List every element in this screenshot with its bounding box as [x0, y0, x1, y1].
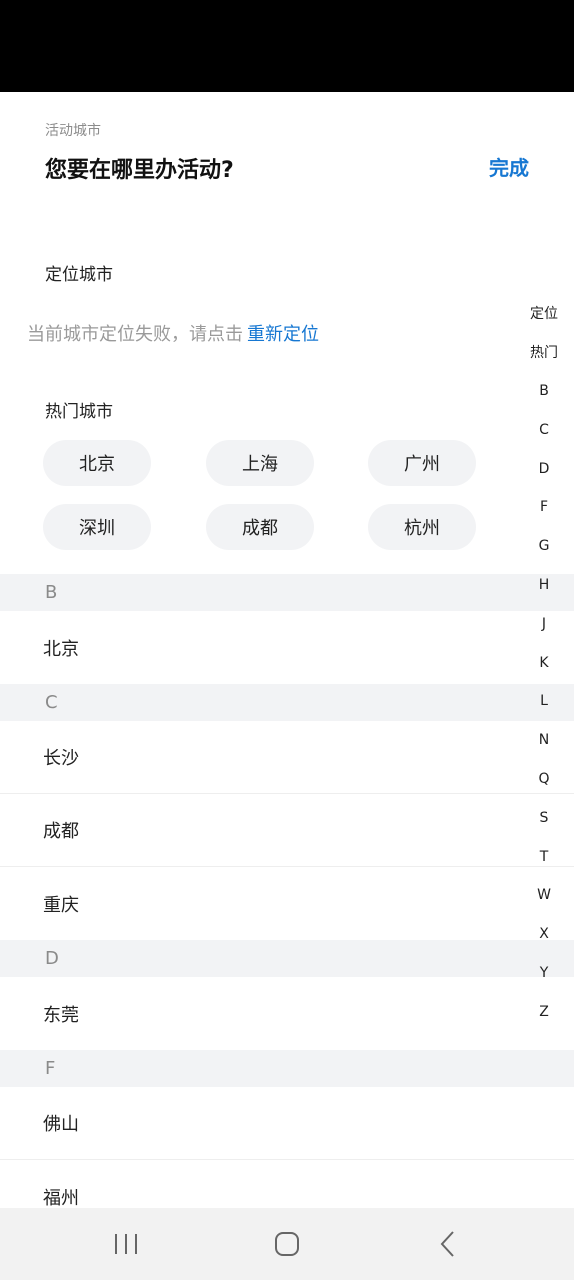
- city-list: B 北京 C 长沙 成都 重庆 D 东莞 F 佛山 福州: [0, 574, 574, 1233]
- index-item-f[interactable]: F: [514, 488, 574, 527]
- back-button[interactable]: [418, 1224, 478, 1264]
- page-title: 您要在哪里办活动?: [45, 158, 234, 183]
- home-icon: [275, 1232, 299, 1256]
- group-header: D: [0, 940, 574, 977]
- relocate-link[interactable]: 重新定位: [247, 324, 319, 345]
- city-row[interactable]: 成都: [0, 794, 574, 867]
- index-item-z[interactable]: Z: [514, 992, 574, 1031]
- index-item-t[interactable]: T: [514, 837, 574, 876]
- index-item-b[interactable]: B: [514, 372, 574, 411]
- group-header: B: [0, 574, 574, 611]
- system-nav-bar: [0, 1208, 574, 1280]
- index-item-k[interactable]: K: [514, 643, 574, 682]
- status-bar: [0, 0, 574, 92]
- recent-apps-icon: [115, 1234, 137, 1254]
- header-subtitle: 活动城市: [45, 123, 101, 139]
- alphabet-index-bar: 定位 热门 B C D F G H J K L N Q S T W X Y Z: [514, 294, 574, 1031]
- city-row[interactable]: 东莞: [0, 977, 574, 1050]
- index-item-l[interactable]: L: [514, 682, 574, 721]
- city-row[interactable]: 重庆: [0, 867, 574, 940]
- index-item-g[interactable]: G: [514, 527, 574, 566]
- location-fail-message: 当前城市定位失败，请点击: [27, 324, 243, 345]
- hot-city-grid: 北京 上海 广州 深圳 成都 杭州: [43, 440, 476, 550]
- index-item-c[interactable]: C: [514, 410, 574, 449]
- location-status: 当前城市定位失败，请点击 重新定位: [27, 320, 319, 346]
- city-row[interactable]: 北京: [0, 611, 574, 684]
- index-item-h[interactable]: H: [514, 566, 574, 605]
- index-item-x[interactable]: X: [514, 915, 574, 954]
- done-button[interactable]: 完成: [489, 152, 529, 181]
- group-header: F: [0, 1050, 574, 1087]
- hot-city-chip[interactable]: 广州: [368, 440, 476, 486]
- hot-city-chip[interactable]: 北京: [43, 440, 151, 486]
- back-icon: [440, 1231, 454, 1257]
- index-item-w[interactable]: W: [514, 876, 574, 915]
- city-row[interactable]: 长沙: [0, 721, 574, 794]
- index-item-hot[interactable]: 热门: [514, 333, 574, 372]
- index-item-q[interactable]: Q: [514, 760, 574, 799]
- hot-section-label: 热门城市: [45, 402, 113, 422]
- hot-city-chip[interactable]: 深圳: [43, 504, 151, 550]
- hot-city-chip[interactable]: 杭州: [368, 504, 476, 550]
- index-item-d[interactable]: D: [514, 449, 574, 488]
- index-item-n[interactable]: N: [514, 721, 574, 760]
- index-item-j[interactable]: J: [514, 604, 574, 643]
- header: 活动城市 您要在哪里办活动? 完成: [0, 92, 574, 212]
- group-header: C: [0, 684, 574, 721]
- city-row[interactable]: 佛山: [0, 1087, 574, 1160]
- home-button[interactable]: [257, 1224, 317, 1264]
- hot-city-chip[interactable]: 成都: [206, 504, 314, 550]
- recent-apps-button[interactable]: [96, 1224, 156, 1264]
- index-item-s[interactable]: S: [514, 798, 574, 837]
- hot-city-chip[interactable]: 上海: [206, 440, 314, 486]
- index-item-y[interactable]: Y: [514, 954, 574, 993]
- index-item-location[interactable]: 定位: [514, 294, 574, 333]
- location-section-label: 定位城市: [45, 265, 113, 285]
